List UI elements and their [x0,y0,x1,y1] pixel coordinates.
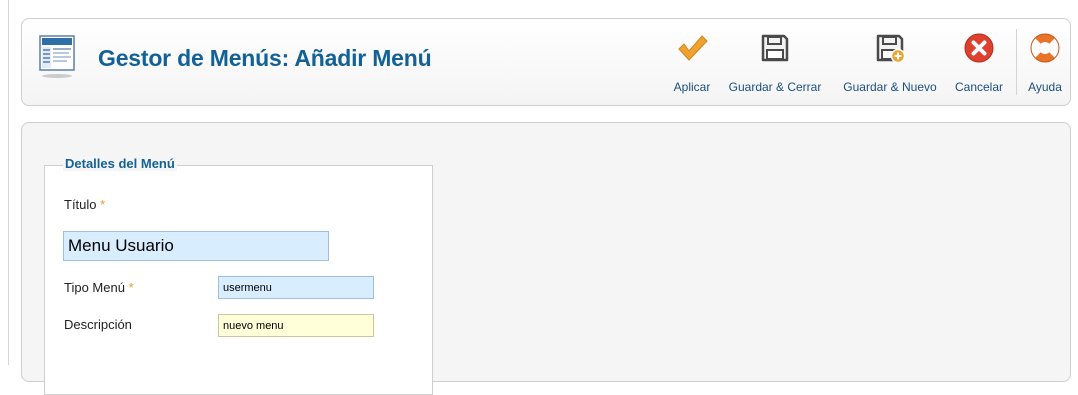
title-label: Título * [64,197,105,212]
save-new-label: Guardar & Nuevo [843,80,937,94]
apply-button[interactable]: Aplicar [664,19,720,105]
toolbar-panel: Gestor de Menús: Añadir Menú Aplicar Gua… [21,18,1071,106]
cancel-icon [964,33,994,63]
title-input[interactable] [63,231,329,261]
help-lifebuoy-icon [1030,33,1060,63]
description-input[interactable] [218,314,374,337]
save-close-label: Guardar & Cerrar [728,80,822,94]
required-marker: * [100,197,106,212]
toolbar-divider [1016,29,1017,95]
page-title: Gestor de Menús: Añadir Menú [98,45,432,71]
save-new-button[interactable]: Guardar & Nuevo [834,19,946,105]
cancel-button[interactable]: Cancelar [948,19,1010,105]
save-icon [761,34,789,62]
description-label: Descripción [64,317,132,332]
description-label-text: Descripción [64,317,132,332]
menu-type-label: Tipo Menú * [64,280,134,295]
apply-label: Aplicar [673,80,711,94]
menu-type-input[interactable] [218,276,374,299]
title-label-text: Título [64,197,97,212]
menu-manager-icon [39,35,75,78]
fieldset-legend: Detalles del Menú [63,156,177,171]
save-close-button[interactable]: Guardar & Cerrar [722,19,828,105]
menu-type-label-text: Tipo Menú [64,280,125,295]
cancel-label: Cancelar [954,80,1004,94]
help-button[interactable]: Ayuda [1020,19,1070,105]
help-label: Ayuda [1028,80,1062,94]
left-divider [8,0,9,365]
save-new-icon [876,34,906,64]
required-marker: * [128,280,134,295]
checkmark-icon [678,35,708,61]
